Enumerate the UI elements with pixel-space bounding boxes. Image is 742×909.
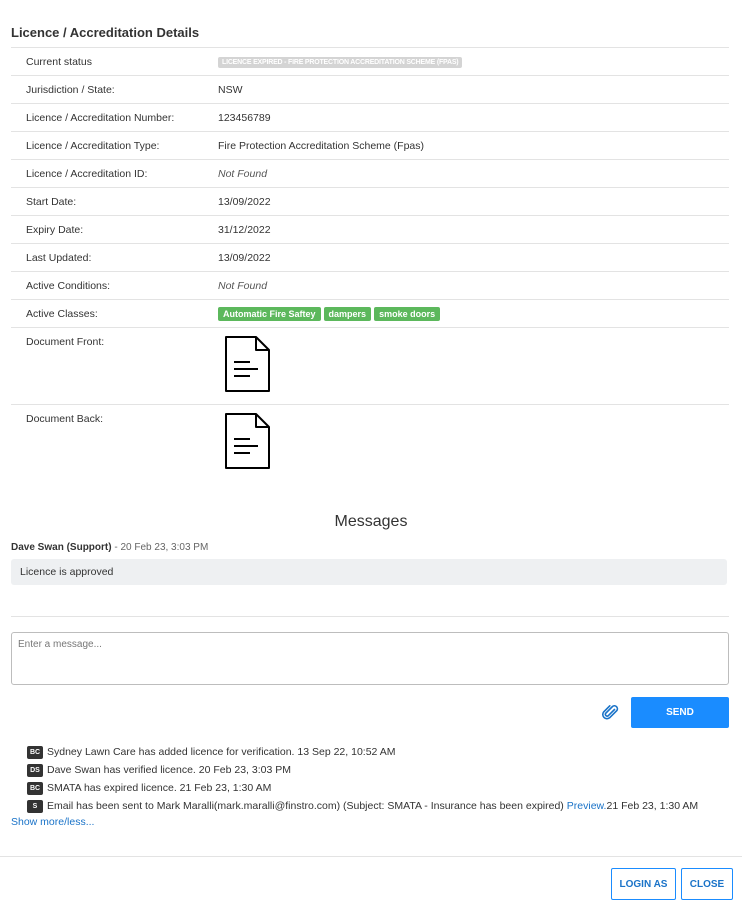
log-item: S Email has been sent to Mark Maralli(mar… — [27, 797, 742, 815]
log-text: Dave Swan has verified licence. 20 Feb 2… — [47, 764, 291, 776]
detail-label: Licence / Accreditation Type: — [26, 139, 160, 152]
detail-label: Start Date: — [26, 195, 77, 208]
avatar: DS — [27, 763, 43, 777]
message-author: Dave Swan (Support) — [11, 542, 112, 553]
avatar: S — [27, 799, 43, 813]
detail-row-active-classes: Active Classes: Automatic Fire Saftey dam… — [11, 300, 729, 328]
avatar: BC — [27, 781, 43, 795]
detail-row-id: Licence / Accreditation ID: Not Found — [11, 160, 729, 188]
log-item: DS Dave Swan has verified licence. 20 Feb… — [27, 761, 742, 779]
detail-row-active-conditions: Active Conditions: Not Found — [11, 272, 729, 300]
message-time: - 20 Feb 23, 3:03 PM — [111, 542, 209, 553]
detail-row-document-front: Document Front: — [11, 328, 729, 405]
footer-divider — [0, 856, 742, 857]
detail-label: Jurisdiction / State: — [26, 83, 115, 96]
message-input[interactable] — [11, 632, 729, 685]
detail-value: 31/12/2022 — [218, 223, 271, 236]
detail-row-start-date: Start Date: 13/09/2022 — [11, 188, 729, 216]
class-tag: dampers — [323, 306, 372, 321]
avatar: BC — [27, 745, 43, 759]
detail-value: 13/09/2022 — [218, 195, 271, 208]
document-back-icon[interactable] — [224, 413, 270, 469]
section-title: Licence / Accreditation Details — [11, 25, 200, 40]
detail-label: Document Front: — [26, 336, 105, 348]
detail-label: Document Back: — [26, 413, 104, 425]
detail-label: Last Updated: — [26, 251, 92, 264]
detail-label: Active Classes: — [26, 307, 98, 320]
document-front-icon[interactable] — [224, 336, 270, 392]
detail-label: Expiry Date: — [26, 223, 84, 236]
log-text: Email has been sent to Mark Maralli(mark… — [47, 800, 564, 812]
log-item: BC SMATA has expired licence. 21 Feb 23, … — [27, 779, 742, 797]
class-tag: smoke doors — [374, 306, 441, 321]
detail-row-expiry-date: Expiry Date: 31/12/2022 — [11, 216, 729, 244]
detail-value: Not Found — [218, 167, 268, 180]
class-tag: Automatic Fire Saftey — [218, 306, 321, 321]
log-text: Sydney Lawn Care has added licence for v… — [47, 746, 396, 758]
detail-label: Active Conditions: — [26, 279, 111, 292]
detail-row-last-updated: Last Updated: 13/09/2022 — [11, 244, 729, 272]
details-table: Current status LICENCE EXPIRED - FIRE PR… — [11, 47, 729, 482]
status-badge: LICENCE EXPIRED - FIRE PROTECTION ACCRED… — [218, 57, 463, 68]
messages-title: Messages — [334, 513, 408, 530]
send-button[interactable]: SEND — [631, 697, 729, 728]
activity-log: BC Sydney Lawn Care has added licence for… — [27, 743, 742, 815]
detail-label: Licence / Accreditation ID: — [26, 167, 148, 180]
detail-label: Current status — [26, 55, 92, 68]
message-header: Dave Swan (Support) - 20 Feb 23, 3:03 PM — [11, 542, 208, 553]
detail-row-type: Licence / Accreditation Type: Fire Prote… — [11, 132, 729, 160]
divider — [11, 616, 729, 617]
detail-value: 13/09/2022 — [218, 251, 271, 264]
detail-value: NSW — [218, 83, 243, 96]
close-button[interactable]: CLOSE — [681, 868, 733, 900]
paperclip-icon[interactable] — [602, 703, 620, 721]
login-as-button[interactable]: LOGIN AS — [611, 868, 676, 900]
detail-row-number: Licence / Accreditation Number: 12345678… — [11, 104, 729, 132]
detail-value: 123456789 — [218, 111, 271, 124]
detail-row-document-back: Document Back: — [11, 405, 729, 482]
detail-label: Licence / Accreditation Number: — [26, 111, 175, 124]
detail-row-jurisdiction: Jurisdiction / State: NSW — [11, 76, 729, 104]
show-more-link[interactable]: Show more/less... — [11, 816, 94, 828]
detail-row-status: Current status LICENCE EXPIRED - FIRE PR… — [11, 48, 729, 76]
log-time: 21 Feb 23, 1:30 AM — [606, 800, 699, 812]
detail-value: Fire Protection Accreditation Scheme (Fp… — [218, 139, 425, 152]
message-bubble: Licence is approved — [11, 559, 727, 585]
preview-link[interactable]: Preview. — [567, 800, 607, 812]
log-text: SMATA has expired licence. 21 Feb 23, 1:… — [47, 782, 272, 794]
detail-value: Not Found — [218, 279, 268, 292]
log-item: BC Sydney Lawn Care has added licence for… — [27, 743, 742, 761]
